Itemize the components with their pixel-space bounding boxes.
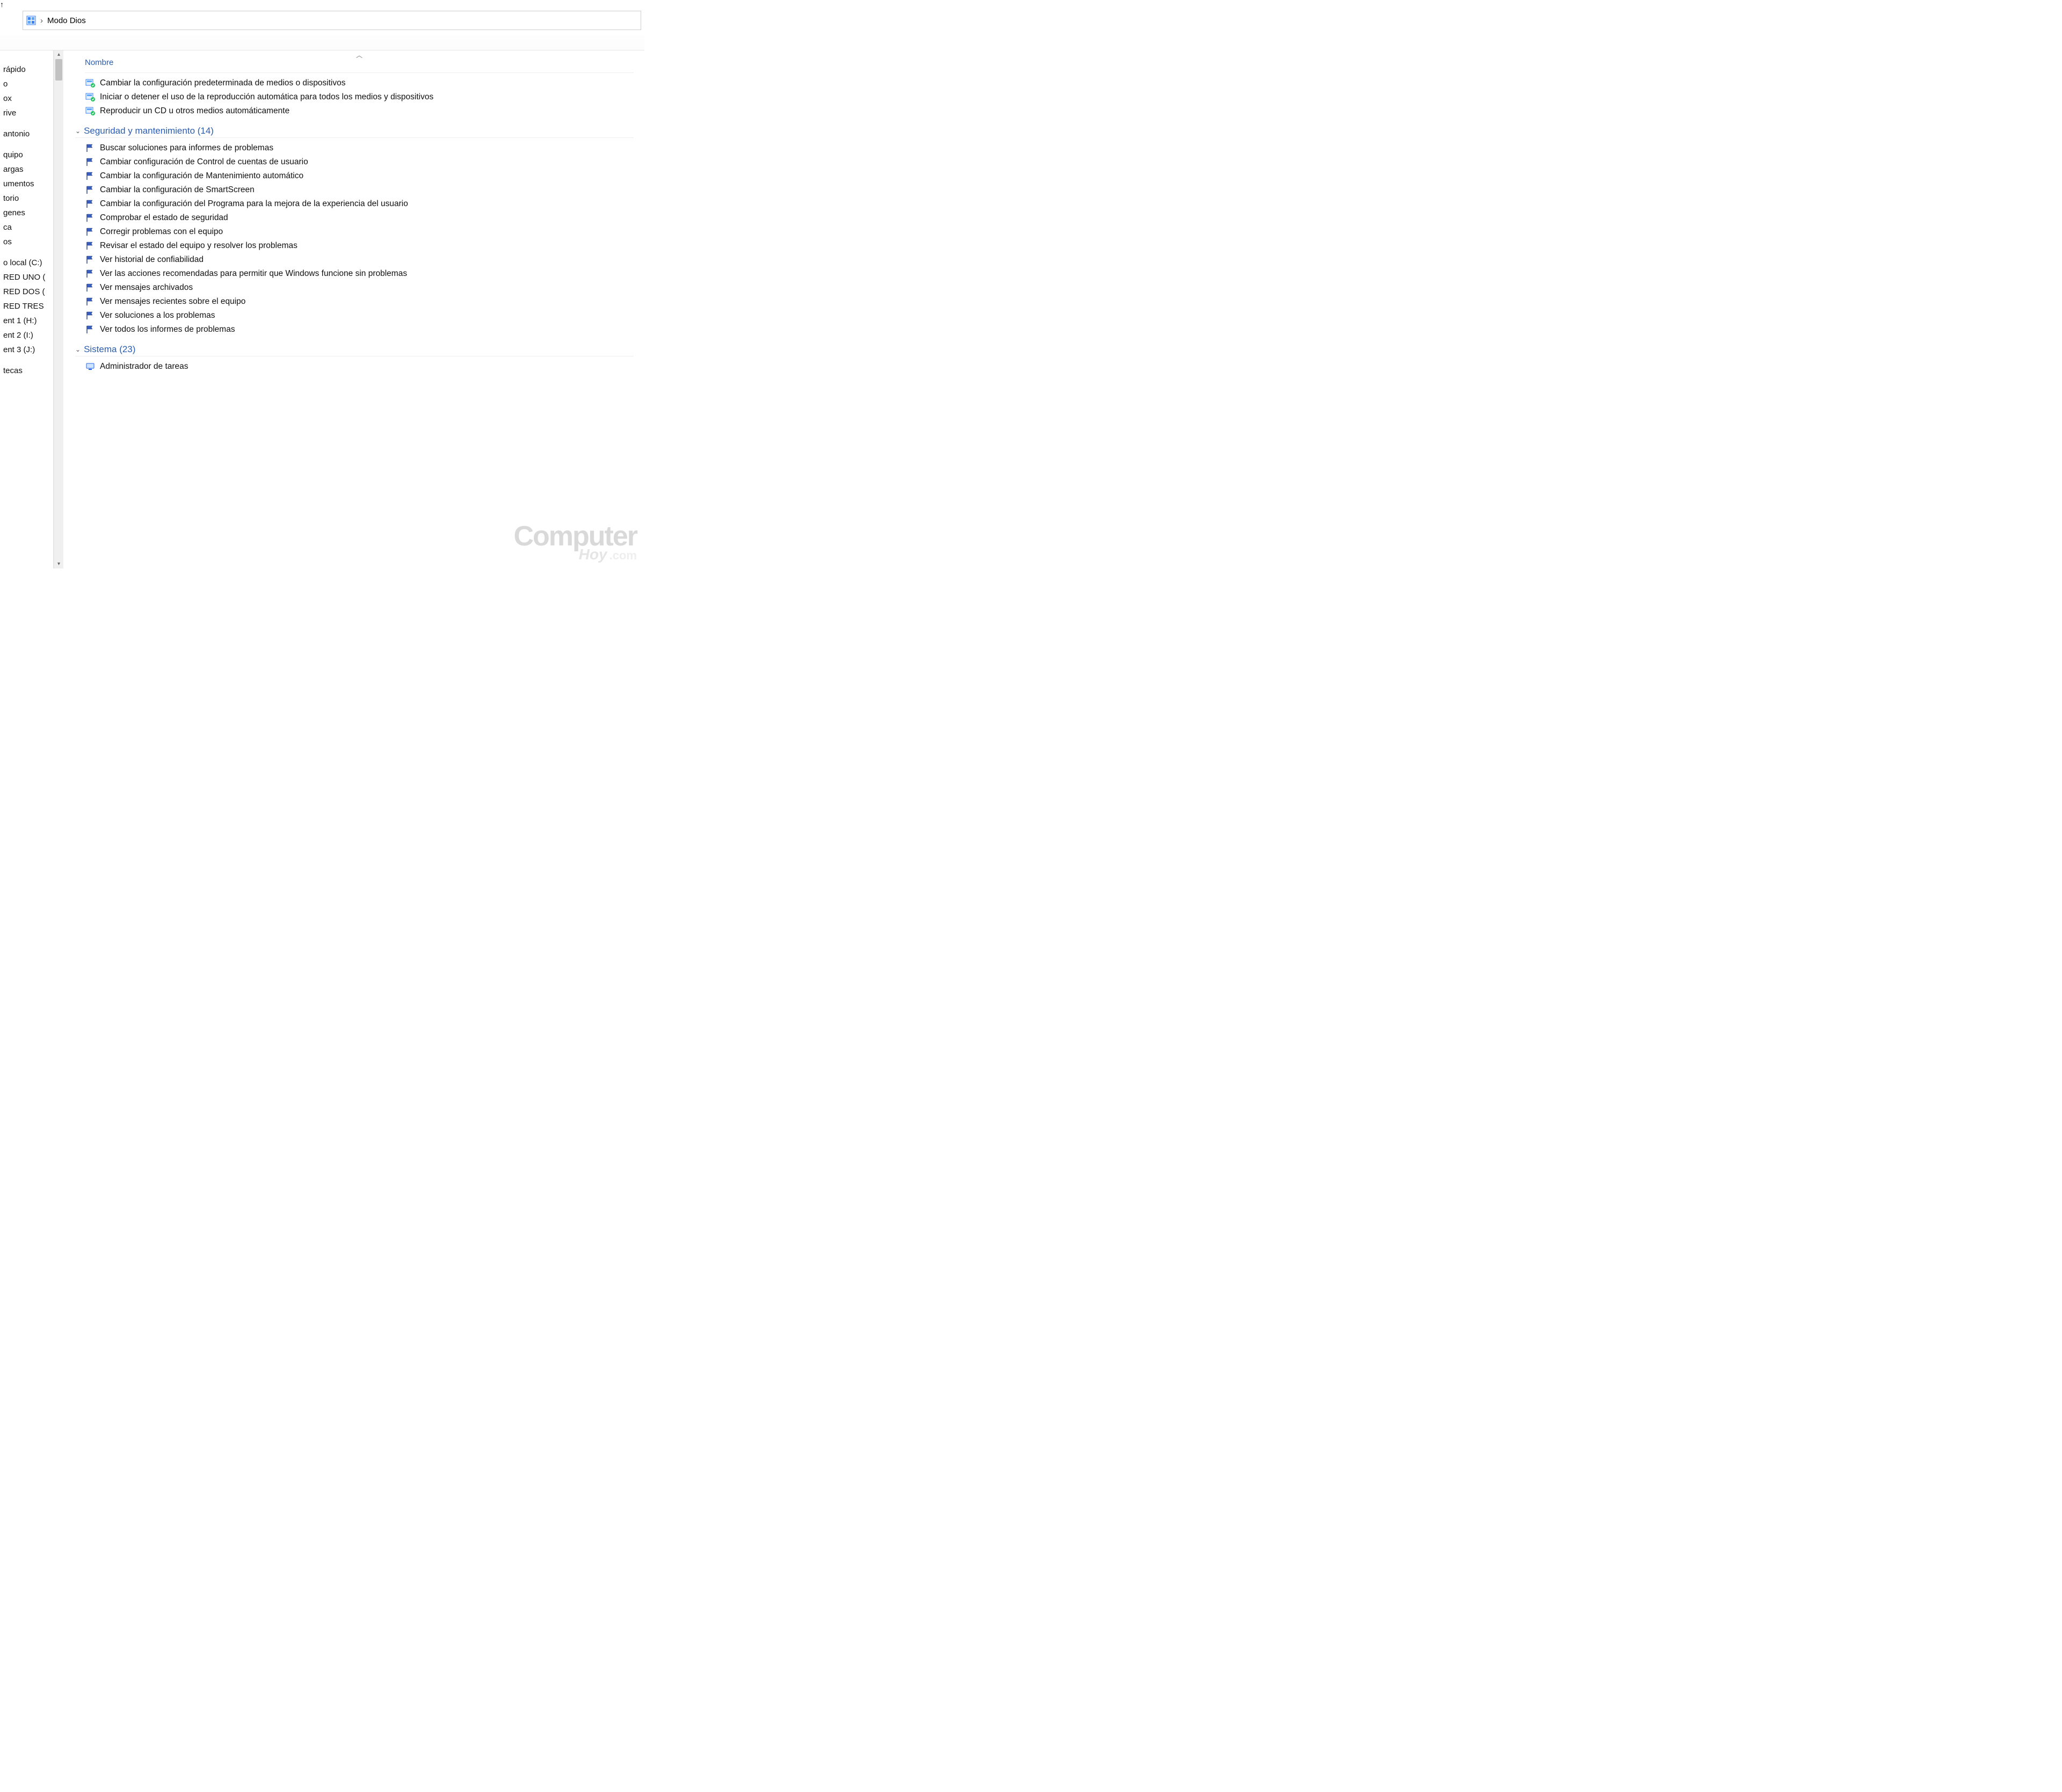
list-item-label: Corregir problemas con el equipo [100, 227, 223, 237]
chevron-down-icon: ⌄ [75, 346, 81, 353]
control-panel-icon [26, 16, 36, 25]
list-item-label: Cambiar configuración de Control de cuen… [100, 157, 308, 167]
list-item-label: Ver las acciones recomendadas para permi… [100, 269, 407, 279]
list-item-label: Ver todos los informes de problemas [100, 325, 235, 334]
sidebar-item[interactable]: quipo [0, 148, 53, 162]
sidebar-item[interactable]: RED TRES [0, 299, 53, 314]
watermark-line1: Computer [513, 524, 637, 549]
list-item[interactable]: Ver todos los informes de problemas [85, 323, 634, 337]
breadcrumb-separator-icon: › [40, 16, 43, 25]
list-item[interactable]: Ver las acciones recomendadas para permi… [85, 267, 634, 281]
list-item[interactable]: Corregir problemas con el equipo [85, 225, 634, 239]
list-item-label: Ver soluciones a los problemas [100, 311, 215, 320]
list-item-label: Reproducir un CD u otros medios automáti… [100, 106, 289, 116]
sidebar-item[interactable]: torio [0, 191, 53, 206]
nav-up-button[interactable]: ↑ [0, 0, 4, 9]
watermark: Computer Hoy.com [513, 524, 637, 563]
list-item[interactable]: Cambiar configuración de Control de cuen… [85, 155, 634, 169]
chevron-down-icon: ⌄ [75, 127, 81, 135]
sidebar-item[interactable]: rive [0, 106, 53, 120]
sidebar-scrollbar[interactable]: ▴ ▾ [54, 50, 63, 569]
sidebar-item[interactable]: RED DOS ( [0, 285, 53, 299]
flag-icon [85, 296, 96, 307]
list-item[interactable]: Iniciar o detener el uso de la reproducc… [85, 90, 634, 104]
list-item-label: Cambiar la configuración del Programa pa… [100, 199, 408, 209]
list-item[interactable]: Revisar el estado del equipo y resolver … [85, 239, 634, 253]
sidebar-item[interactable]: ox [0, 91, 53, 106]
flag-icon [85, 324, 96, 335]
content-pane: ︿ Nombre Cambiar la configuración predet… [63, 50, 644, 569]
sidebar-item[interactable]: ent 3 (J:) [0, 343, 53, 357]
column-header-name[interactable]: ︿ Nombre [85, 56, 634, 73]
list-item-label: Revisar el estado del equipo y resolver … [100, 241, 297, 251]
flag-icon [85, 227, 96, 237]
sidebar-item[interactable]: genes [0, 206, 53, 220]
list-item-label: Administrador de tareas [100, 362, 188, 371]
list-item-label: Cambiar la configuración predeterminada … [100, 78, 346, 88]
sidebar-item[interactable]: o [0, 77, 53, 91]
list-item-label: Ver mensajes recientes sobre el equipo [100, 297, 245, 307]
scroll-down-icon[interactable]: ▾ [54, 560, 63, 569]
autoplay-icon [85, 78, 96, 89]
sidebar-item[interactable]: os [0, 235, 53, 249]
list-item[interactable]: Cambiar la configuración del Programa pa… [85, 197, 634, 211]
flag-icon [85, 241, 96, 251]
list-item-label: Cambiar la configuración de Mantenimient… [100, 171, 303, 181]
list-item[interactable]: Ver soluciones a los problemas [85, 309, 634, 323]
list-item[interactable]: Cambiar la configuración de SmartScreen [85, 183, 634, 197]
flag-icon [85, 310, 96, 321]
column-header-label: Nombre [85, 58, 113, 67]
list-item[interactable]: Comprobar el estado de seguridad [85, 211, 634, 225]
sidebar-item[interactable]: argas [0, 162, 53, 177]
list-item-label: Ver historial de confiabilidad [100, 255, 204, 265]
sidebar-item[interactable]: RED UNO ( [0, 270, 53, 285]
sidebar-item[interactable]: rápido [0, 62, 53, 77]
monitor-icon [85, 361, 96, 372]
scroll-thumb[interactable] [55, 59, 62, 81]
group-header[interactable]: ⌄Sistema (23) [75, 344, 634, 356]
watermark-suffix: .com [609, 549, 637, 562]
watermark-brand: Hoy [579, 546, 607, 563]
sidebar-item[interactable]: ca [0, 220, 53, 235]
flag-icon [85, 143, 96, 154]
list-item-label: Iniciar o detener el uso de la reproducc… [100, 92, 433, 102]
flag-icon [85, 185, 96, 195]
sidebar-item[interactable]: ent 1 (H:) [0, 314, 53, 328]
group-title: Sistema (23) [84, 344, 135, 355]
list-item[interactable]: Administrador de tareas [85, 360, 634, 374]
list-item[interactable]: Reproducir un CD u otros medios automáti… [85, 104, 634, 118]
breadcrumb[interactable]: › Modo Dios [23, 11, 641, 30]
list-item[interactable]: Cambiar la configuración predeterminada … [85, 76, 634, 90]
list-item-label: Ver mensajes archivados [100, 283, 193, 293]
flag-icon [85, 171, 96, 181]
list-item[interactable]: Ver historial de confiabilidad [85, 253, 634, 267]
toolbar [0, 35, 644, 50]
flag-icon [85, 254, 96, 265]
sidebar-item[interactable]: ent 2 (I:) [0, 328, 53, 343]
breadcrumb-current: Modo Dios [47, 16, 86, 25]
flag-icon [85, 213, 96, 223]
list-item[interactable]: Ver mensajes archivados [85, 281, 634, 295]
list-item[interactable]: Cambiar la configuración de Mantenimient… [85, 169, 634, 183]
sidebar-item[interactable]: umentos [0, 177, 53, 191]
flag-icon [85, 268, 96, 279]
list-item[interactable]: Ver mensajes recientes sobre el equipo [85, 295, 634, 309]
sidebar-item[interactable]: o local (C:) [0, 256, 53, 270]
list-item-label: Buscar soluciones para informes de probl… [100, 143, 273, 153]
list-item-label: Comprobar el estado de seguridad [100, 213, 228, 223]
sidebar-item[interactable]: tecas [0, 363, 53, 378]
collapse-group-icon[interactable]: ︿ [356, 50, 362, 60]
autoplay-icon [85, 92, 96, 103]
list-item-label: Cambiar la configuración de SmartScreen [100, 185, 255, 195]
flag-icon [85, 282, 96, 293]
sidebar-item[interactable]: antonio [0, 127, 53, 141]
navigation-sidebar[interactable]: rápidoooxrive antonio quipoargasumentostor… [0, 50, 54, 569]
flag-icon [85, 157, 96, 167]
flag-icon [85, 199, 96, 209]
autoplay-icon [85, 106, 96, 116]
list-item[interactable]: Buscar soluciones para informes de probl… [85, 141, 634, 155]
group-header[interactable]: ⌄Seguridad y mantenimiento (14) [75, 126, 634, 138]
group-title: Seguridad y mantenimiento (14) [84, 126, 214, 136]
scroll-up-icon[interactable]: ▴ [54, 50, 63, 59]
